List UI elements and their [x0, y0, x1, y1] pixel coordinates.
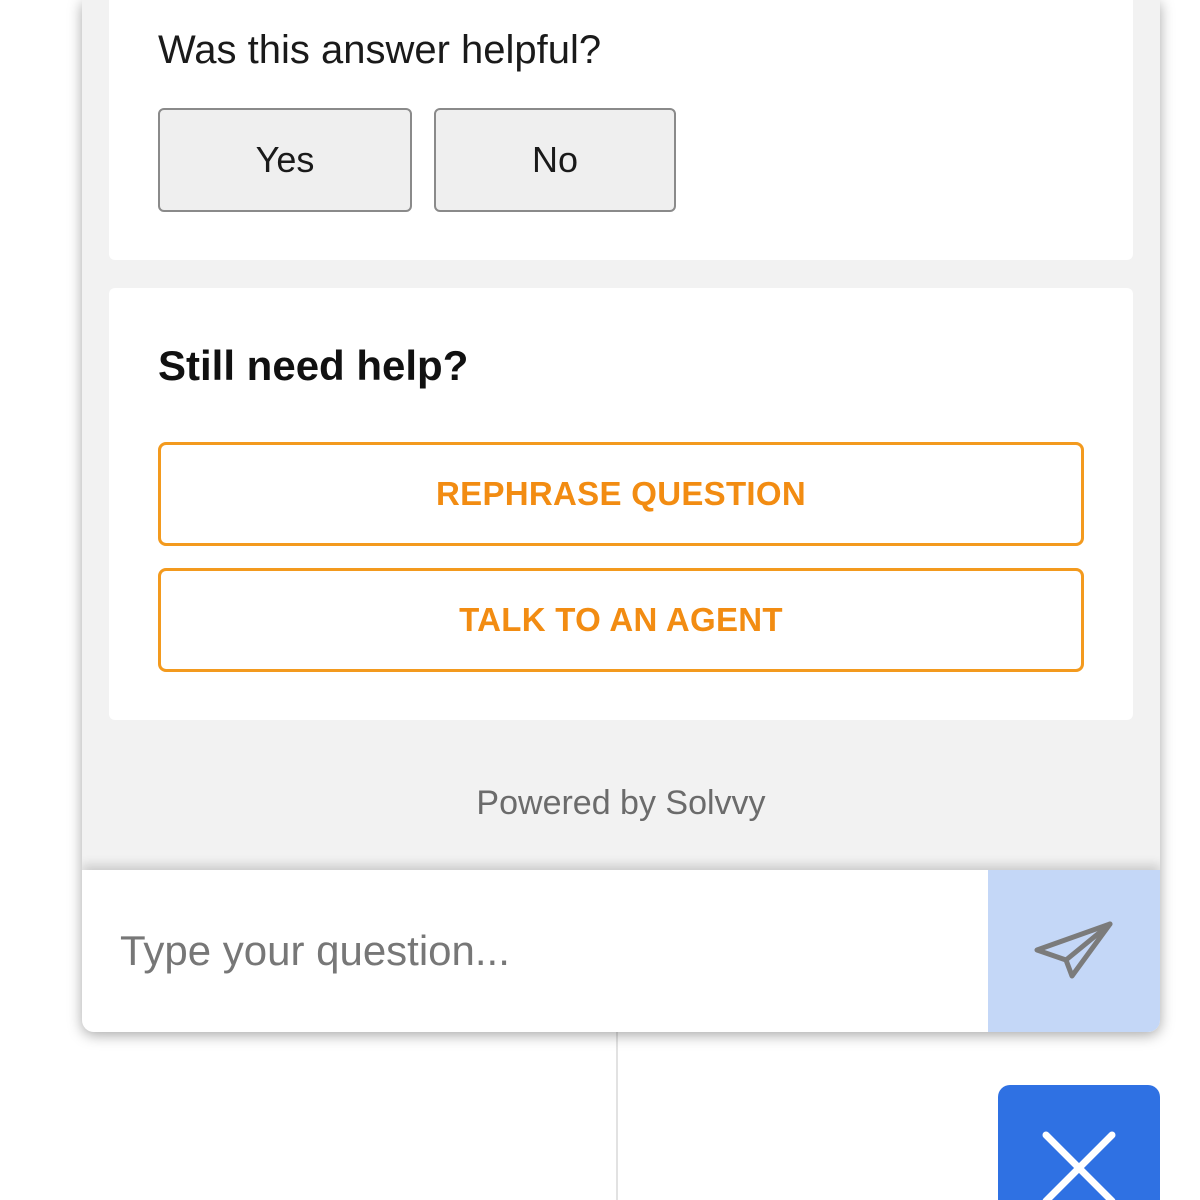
yes-button[interactable]: Yes: [158, 108, 412, 212]
close-icon: [1042, 1131, 1116, 1200]
chat-widget: Was this answer helpful? Yes No Still ne…: [82, 0, 1160, 1032]
page: Was this answer helpful? Yes No Still ne…: [0, 0, 1200, 1200]
powered-by-text: Powered by Solvvy: [476, 784, 766, 822]
no-button[interactable]: No: [434, 108, 676, 212]
feedback-question: Was this answer helpful?: [158, 28, 602, 72]
close-chat-button[interactable]: [998, 1085, 1160, 1200]
question-input-bar: [82, 870, 1160, 1032]
help-card: Still need help? REPHRASE QUESTION TALK …: [109, 288, 1133, 720]
talk-to-agent-button[interactable]: TALK TO AN AGENT: [158, 568, 1084, 672]
page-divider: [616, 1030, 618, 1200]
rephrase-question-button[interactable]: REPHRASE QUESTION: [158, 442, 1084, 546]
send-button[interactable]: [988, 870, 1160, 1032]
help-title: Still need help?: [158, 342, 469, 389]
feedback-card: Was this answer helpful? Yes No: [109, 0, 1133, 260]
question-input[interactable]: [82, 870, 988, 1032]
paper-plane-icon: [1034, 921, 1113, 979]
